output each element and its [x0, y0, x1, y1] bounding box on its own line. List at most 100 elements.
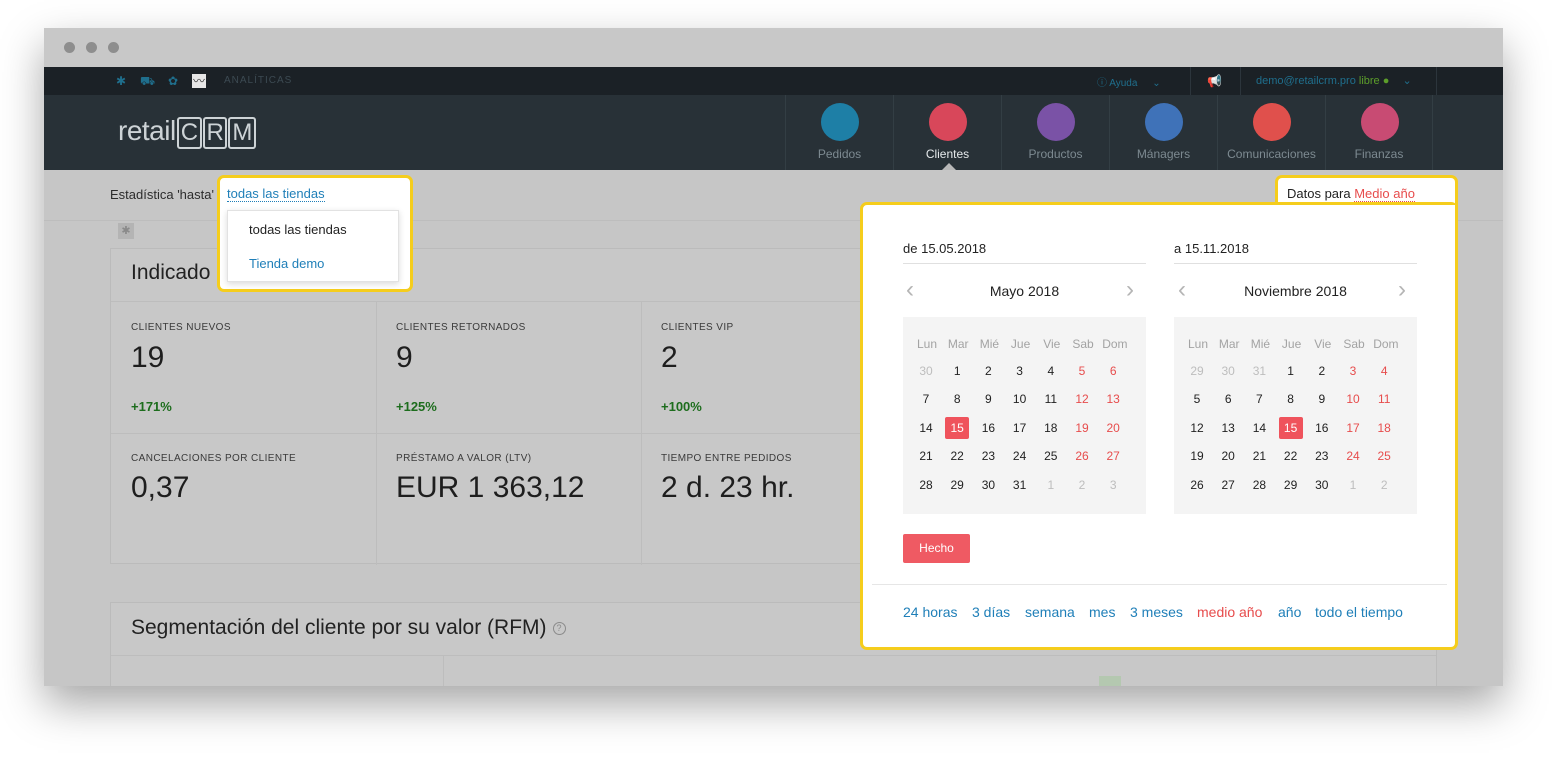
date-from-field[interactable]: de 15.05.2018	[903, 241, 986, 256]
window-dot[interactable]	[86, 42, 97, 53]
calendar-day[interactable]: 2	[1310, 360, 1334, 382]
calendar-day[interactable]: 21	[914, 445, 938, 467]
calendar-day[interactable]: 31	[1008, 474, 1032, 496]
calendar-day[interactable]: 25	[1039, 445, 1063, 467]
calendar-day[interactable]: 18	[1372, 417, 1396, 439]
help-icon[interactable]: ?	[552, 621, 566, 635]
calendar-day[interactable]: 6	[1101, 360, 1125, 382]
window-dot[interactable]	[108, 42, 119, 53]
calendar-day[interactable]: 11	[1372, 388, 1396, 410]
calendar-day[interactable]: 30	[1310, 474, 1334, 496]
calendar-day[interactable]: 28	[914, 474, 938, 496]
cart-icon[interactable]: ⛟	[140, 74, 155, 88]
quick-range-year[interactable]: año	[1278, 604, 1301, 620]
calendar-day[interactable]: 1	[1279, 360, 1303, 382]
quick-range-3m[interactable]: 3 meses	[1130, 604, 1183, 620]
calendar-day[interactable]: 30	[1216, 360, 1240, 382]
calendar-day[interactable]: 22	[945, 445, 969, 467]
calendar-day[interactable]: 2	[976, 360, 1000, 382]
calendar-day[interactable]: 30	[914, 360, 938, 382]
quick-range-all-time[interactable]: todo el tiempo	[1315, 604, 1403, 620]
calendar-day[interactable]: 3	[1101, 474, 1125, 496]
calendar-day[interactable]: 13	[1216, 417, 1240, 439]
calendar-day[interactable]: 24	[1008, 445, 1032, 467]
quick-range-month[interactable]: mes	[1089, 604, 1115, 620]
chevron-right-icon[interactable]: ›	[1126, 278, 1134, 302]
calendar-day[interactable]: 4	[1372, 360, 1396, 382]
calendar-day[interactable]: 24	[1341, 445, 1365, 467]
calendar-day[interactable]: 14	[914, 417, 938, 439]
calendar-day[interactable]: 18	[1039, 417, 1063, 439]
calendar-day[interactable]: 8	[1279, 388, 1303, 410]
settings-icon[interactable]: ✱	[114, 74, 128, 88]
calendar-day[interactable]: 25	[1372, 445, 1396, 467]
calendar-day[interactable]: 8	[945, 388, 969, 410]
calendar-day[interactable]: 17	[1341, 417, 1365, 439]
calendar-day[interactable]: 10	[1008, 388, 1032, 410]
quick-range-3d[interactable]: 3 días	[972, 604, 1010, 620]
calendar-day[interactable]: 5	[1185, 388, 1209, 410]
calendar-day[interactable]: 5	[1070, 360, 1094, 382]
calendar-day[interactable]: 3	[1341, 360, 1365, 382]
gear-icon[interactable]: ✱	[118, 223, 134, 239]
date-to-field[interactable]: a 15.11.2018	[1174, 241, 1249, 256]
nav-managers[interactable]: Mánagers	[1109, 95, 1217, 170]
calendar-day[interactable]: 14	[1247, 417, 1271, 439]
calendar-day[interactable]: 29	[1185, 360, 1209, 382]
calendar-day[interactable]: 2	[1372, 474, 1396, 496]
calendar-day[interactable]: 20	[1101, 417, 1125, 439]
nav-finanzas[interactable]: Finanzas	[1325, 95, 1433, 170]
calendar-day[interactable]: 19	[1185, 445, 1209, 467]
calendar-day[interactable]: 1	[945, 360, 969, 382]
calendar-day[interactable]: 9	[976, 388, 1000, 410]
calendar-day[interactable]: 16	[976, 417, 1000, 439]
done-button[interactable]: Hecho	[903, 534, 970, 563]
calendar-day[interactable]: 1	[1341, 474, 1365, 496]
retailcrm-logo[interactable]: retail C R M	[118, 115, 256, 149]
calendar-day[interactable]: 27	[1216, 474, 1240, 496]
nav-comunicaciones[interactable]: Comunicaciones	[1217, 95, 1325, 170]
calendar-day[interactable]: 31	[1247, 360, 1271, 382]
quick-range-24h[interactable]: 24 horas	[903, 604, 957, 620]
store-option[interactable]: Tienda demo	[249, 256, 324, 271]
calendar-day[interactable]: 27	[1101, 445, 1125, 467]
calendar-day[interactable]: 16	[1310, 417, 1334, 439]
quick-range-half-year[interactable]: medio año	[1197, 604, 1262, 620]
store-option[interactable]: todas las tiendas	[249, 222, 347, 237]
calendar-day[interactable]: 23	[976, 445, 1000, 467]
nav-pedidos[interactable]: Pedidos	[785, 95, 893, 170]
calendar-day[interactable]: 15	[945, 416, 970, 439]
calendar-day[interactable]: 10	[1341, 388, 1365, 410]
calendar-day[interactable]: 30	[976, 474, 1000, 496]
calendar-day[interactable]: 7	[914, 388, 938, 410]
nav-clientes[interactable]: Clientes	[893, 95, 1001, 170]
calendar-day[interactable]: 26	[1185, 474, 1209, 496]
calendar-day[interactable]: 1	[1039, 474, 1063, 496]
calendar-day[interactable]: 15	[1278, 416, 1303, 439]
quick-range-week[interactable]: semana	[1025, 604, 1075, 620]
gear-icon[interactable]: ✿	[166, 74, 180, 88]
calendar-day[interactable]: 17	[1008, 417, 1032, 439]
calendar-day[interactable]: 28	[1247, 474, 1271, 496]
calendar-day[interactable]: 20	[1216, 445, 1240, 467]
calendar-day[interactable]: 21	[1247, 445, 1271, 467]
calendar-day[interactable]: 12	[1070, 388, 1094, 410]
calendar-day[interactable]: 19	[1070, 417, 1094, 439]
calendar-day[interactable]: 12	[1185, 417, 1209, 439]
calendar-day[interactable]: 6	[1216, 388, 1240, 410]
user-menu[interactable]: demo@retailcrm.pro libre ● ⌄	[1256, 74, 1412, 87]
calendar-day[interactable]: 26	[1070, 445, 1094, 467]
calendar-day[interactable]: 4	[1039, 360, 1063, 382]
calendar-day[interactable]: 3	[1008, 360, 1032, 382]
calendar-day[interactable]: 9	[1310, 388, 1334, 410]
window-dot[interactable]	[64, 42, 75, 53]
help-menu[interactable]: ⓘ Ayuda ⌄	[1097, 74, 1161, 89]
calendar-day[interactable]: 29	[1279, 474, 1303, 496]
megaphone-icon[interactable]: 📢	[1207, 74, 1222, 88]
analytics-icon[interactable]: 〰	[192, 74, 206, 88]
calendar-day[interactable]: 13	[1101, 388, 1125, 410]
chevron-right-icon[interactable]: ›	[1398, 278, 1406, 302]
date-range-link[interactable]: Medio año	[1354, 186, 1415, 202]
store-selector-link[interactable]: todas las tiendas	[227, 186, 325, 202]
calendar-day[interactable]: 29	[945, 474, 969, 496]
